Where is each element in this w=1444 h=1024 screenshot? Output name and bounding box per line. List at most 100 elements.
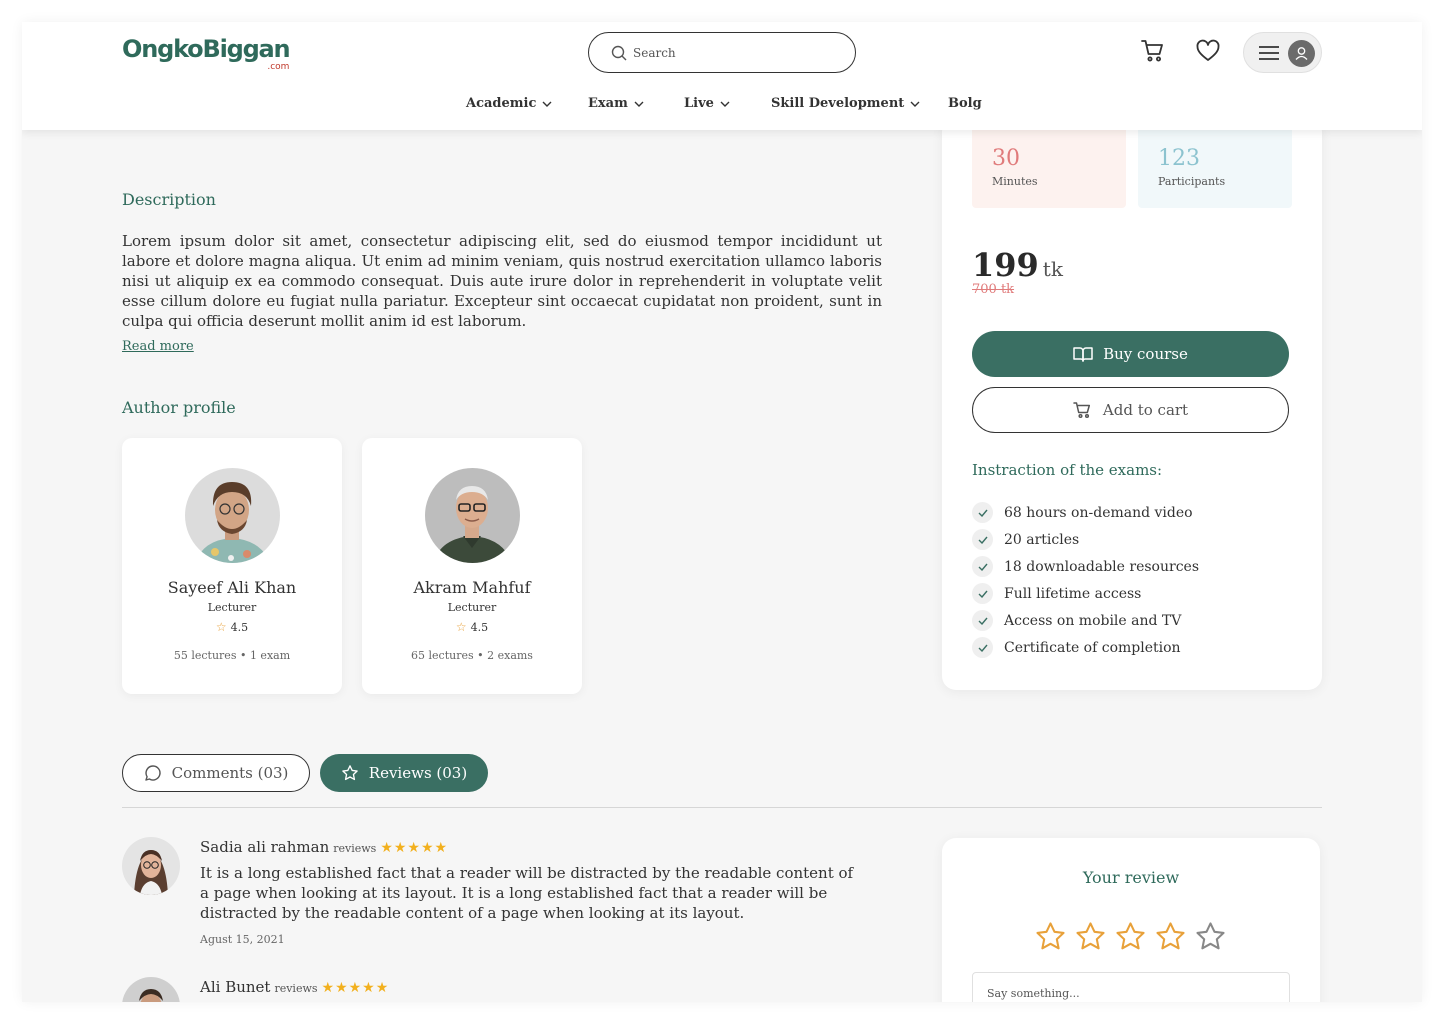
- main-nav: Academic Exam Live Skill Development Bol…: [22, 96, 1422, 116]
- read-more-link[interactable]: Read more: [122, 339, 194, 354]
- star-icon: [341, 765, 358, 781]
- check-icon: [972, 502, 993, 523]
- logo-suffix: .com: [267, 62, 290, 72]
- price-value: 199: [972, 246, 1039, 284]
- feature-item: 20 articles: [972, 526, 1199, 553]
- nav-label: Skill Development: [771, 96, 905, 111]
- tab-comments-label: Comments (03): [171, 764, 289, 782]
- nav-label: Exam: [588, 96, 628, 111]
- stat-label: Participants: [1158, 175, 1226, 188]
- search-input[interactable]: [633, 42, 833, 64]
- author-meta: 65 lectures • 2 exams: [411, 649, 533, 662]
- author-role: Lecturer: [207, 601, 257, 614]
- star-3-icon[interactable]: [1114, 920, 1147, 953]
- reviewer-header: Sadia ali rahman reviews ★★★★★: [200, 838, 448, 856]
- nav-skill-development[interactable]: Skill Development: [771, 96, 920, 111]
- cart-icon: [1073, 402, 1090, 419]
- author-meta: 55 lectures • 1 exam: [173, 649, 291, 662]
- nav-label: Bolg: [948, 96, 982, 111]
- author-card[interactable]: Akram Mahfuf Lecturer ☆ 4.5 65 lectures •…: [362, 438, 582, 694]
- rating-stars: ★★★★★: [380, 840, 449, 856]
- old-price: 700 tk: [972, 282, 1015, 297]
- reviewer-name: Sadia ali rahman: [200, 838, 330, 856]
- book-icon: [1073, 347, 1093, 362]
- search-icon: [611, 45, 627, 61]
- nav-blog[interactable]: Bolg: [948, 96, 982, 111]
- page-frame: OngkoBiggan .com Academic Exam Live Skil…: [22, 22, 1422, 1002]
- author-rating-value: 4.5: [230, 621, 249, 634]
- reviewer-avatar: [122, 837, 180, 895]
- tab-reviews-label: Reviews (03): [368, 764, 468, 782]
- course-purchase-card: 30 Minutes 123 Participants 199 tk 700 tk…: [942, 118, 1322, 690]
- check-icon: [972, 610, 993, 631]
- cart-icon[interactable]: [1140, 38, 1166, 64]
- nav-academic[interactable]: Academic: [466, 96, 552, 111]
- buy-course-button[interactable]: Buy course: [972, 331, 1289, 377]
- feature-item: Access on mobile and TV: [972, 607, 1199, 634]
- star-5-icon[interactable]: [1194, 920, 1227, 953]
- stat-label: Minutes: [992, 175, 1038, 188]
- reviewer-avatar: [122, 977, 180, 1002]
- author-profile-heading: Author profile: [122, 398, 236, 417]
- check-icon: [972, 529, 993, 550]
- feature-text: Full lifetime access: [1004, 585, 1142, 602]
- star-icon: ☆: [455, 620, 467, 634]
- star-2-icon[interactable]: [1074, 920, 1107, 953]
- author-card[interactable]: Sayeef Ali Khan Lecturer ☆ 4.5 55 lecture…: [122, 438, 342, 694]
- description-heading: Description: [122, 190, 216, 209]
- feature-text: 18 downloadable resources: [1004, 558, 1200, 575]
- rating-input: [1034, 920, 1227, 953]
- stat-minutes: 30 Minutes: [972, 118, 1126, 208]
- feature-list: 68 hours on-demand video 20 articles 18 …: [972, 499, 1199, 661]
- check-icon: [972, 556, 993, 577]
- rating-stars: ★★★★★: [321, 980, 390, 996]
- instructions-title: Instraction of the exams:: [972, 461, 1163, 479]
- tab-comments[interactable]: Comments (03): [122, 754, 310, 792]
- author-name: Akram Mahfuf: [413, 578, 531, 597]
- reviewer-header: Ali Bunet reviews ★★★★★: [200, 978, 389, 996]
- tab-reviews[interactable]: Reviews (03): [320, 754, 488, 792]
- feature-item: Full lifetime access: [972, 580, 1199, 607]
- nav-exam[interactable]: Exam: [588, 96, 644, 111]
- chevron-down-icon: [634, 101, 644, 107]
- feature-item: 68 hours on-demand video: [972, 499, 1199, 526]
- nav-label: Academic: [466, 96, 537, 111]
- feature-text: 68 hours on-demand video: [1004, 504, 1193, 521]
- star-1-icon[interactable]: [1034, 920, 1067, 953]
- review-date: Agust 15, 2021: [200, 933, 285, 946]
- logo-text: OngkoBiggan: [122, 35, 291, 63]
- author-rating: ☆ 4.5: [122, 620, 342, 634]
- add-to-cart-button[interactable]: Add to cart: [972, 387, 1289, 433]
- chevron-down-icon: [910, 101, 920, 107]
- star-icon: ☆: [215, 620, 227, 634]
- nav-label: Live: [684, 96, 714, 111]
- review-tag: reviews: [333, 842, 377, 855]
- review-textarea[interactable]: [972, 972, 1290, 1002]
- feature-text: 20 articles: [1004, 531, 1080, 548]
- logo[interactable]: OngkoBiggan .com: [122, 35, 291, 72]
- your-review-card: Your review: [942, 838, 1320, 1002]
- review-tag: reviews: [274, 982, 318, 995]
- star-4-icon[interactable]: [1154, 920, 1187, 953]
- author-avatar: [185, 468, 280, 563]
- price-currency: tk: [1042, 257, 1063, 281]
- author-rating: ☆ 4.5: [362, 620, 582, 634]
- description-text: Lorem ipsum dolor sit amet, consectetur …: [122, 232, 882, 330]
- check-icon: [972, 583, 993, 604]
- nav-live[interactable]: Live: [684, 96, 730, 111]
- stat-participants: 123 Participants: [1138, 118, 1292, 208]
- author-avatar: [425, 468, 520, 563]
- current-price: 199 tk: [972, 246, 1063, 284]
- author-role: Lecturer: [447, 601, 497, 614]
- feature-text: Certificate of completion: [1004, 639, 1181, 656]
- stat-value: 123: [1158, 146, 1200, 171]
- feature-item: 18 downloadable resources: [972, 553, 1199, 580]
- chevron-down-icon: [542, 101, 552, 107]
- account-menu-button[interactable]: [1243, 32, 1322, 73]
- search-box[interactable]: [588, 32, 856, 73]
- chevron-down-icon: [720, 101, 730, 107]
- feature-item: Certificate of completion: [972, 634, 1199, 661]
- menu-icon: [1259, 46, 1279, 60]
- stat-value: 30: [992, 146, 1020, 171]
- heart-icon[interactable]: [1195, 38, 1221, 64]
